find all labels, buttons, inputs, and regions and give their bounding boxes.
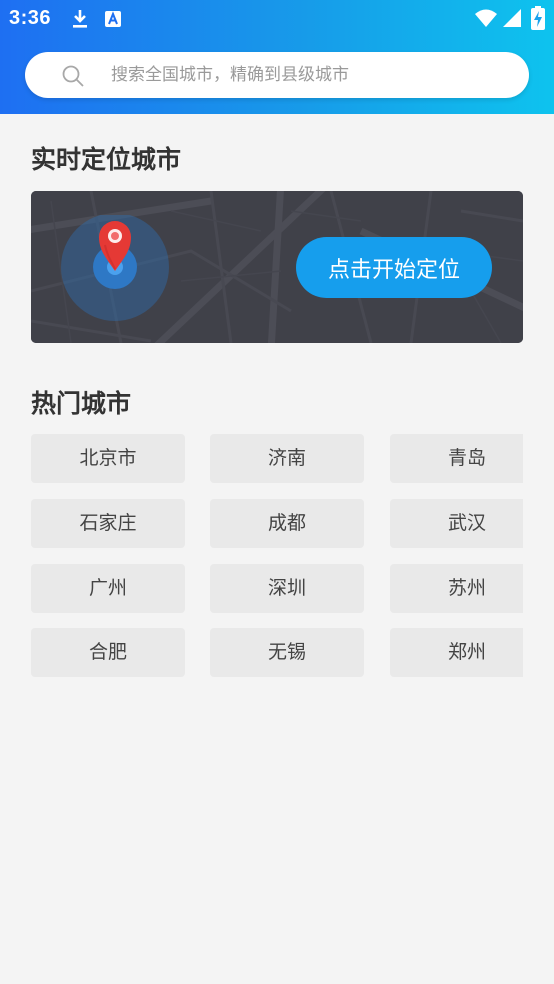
- status-bar: 3:36: [0, 0, 554, 38]
- battery-charging-icon: [531, 6, 545, 30]
- status-time: 3:36: [9, 7, 52, 29]
- city-button[interactable]: 郑州: [390, 628, 523, 677]
- download-icon: [73, 10, 87, 28]
- hot-cities-title: 热门城市: [31, 389, 132, 418]
- city-button[interactable]: 合肥: [31, 628, 185, 677]
- search-input[interactable]: [111, 52, 511, 98]
- search-bar[interactable]: [25, 52, 529, 98]
- location-card: 点击开始定位: [31, 191, 523, 343]
- city-button[interactable]: 广州: [31, 564, 185, 613]
- city-button[interactable]: 济南: [210, 434, 364, 483]
- city-button[interactable]: 武汉: [390, 499, 523, 548]
- map-pin-icon: [61, 215, 169, 321]
- location-section-title: 实时定位城市: [31, 145, 182, 174]
- hot-cities-grid: 北京市 济南 青岛 石家庄 成都 武汉 广州 深圳 苏州 合肥 无锡 郑州: [31, 434, 523, 678]
- city-button[interactable]: 无锡: [210, 628, 364, 677]
- signal-icon: [503, 9, 521, 27]
- search-icon: [62, 65, 84, 87]
- text-a-icon: [105, 11, 121, 27]
- city-button[interactable]: 苏州: [390, 564, 523, 613]
- city-button[interactable]: 成都: [210, 499, 364, 548]
- app-header: 3:36: [0, 0, 554, 114]
- city-button[interactable]: 石家庄: [31, 499, 185, 548]
- city-button[interactable]: 北京市: [31, 434, 185, 483]
- city-button[interactable]: 深圳: [210, 564, 364, 613]
- wifi-icon: [475, 9, 497, 27]
- city-button[interactable]: 青岛: [390, 434, 523, 483]
- start-locating-button[interactable]: 点击开始定位: [296, 237, 492, 298]
